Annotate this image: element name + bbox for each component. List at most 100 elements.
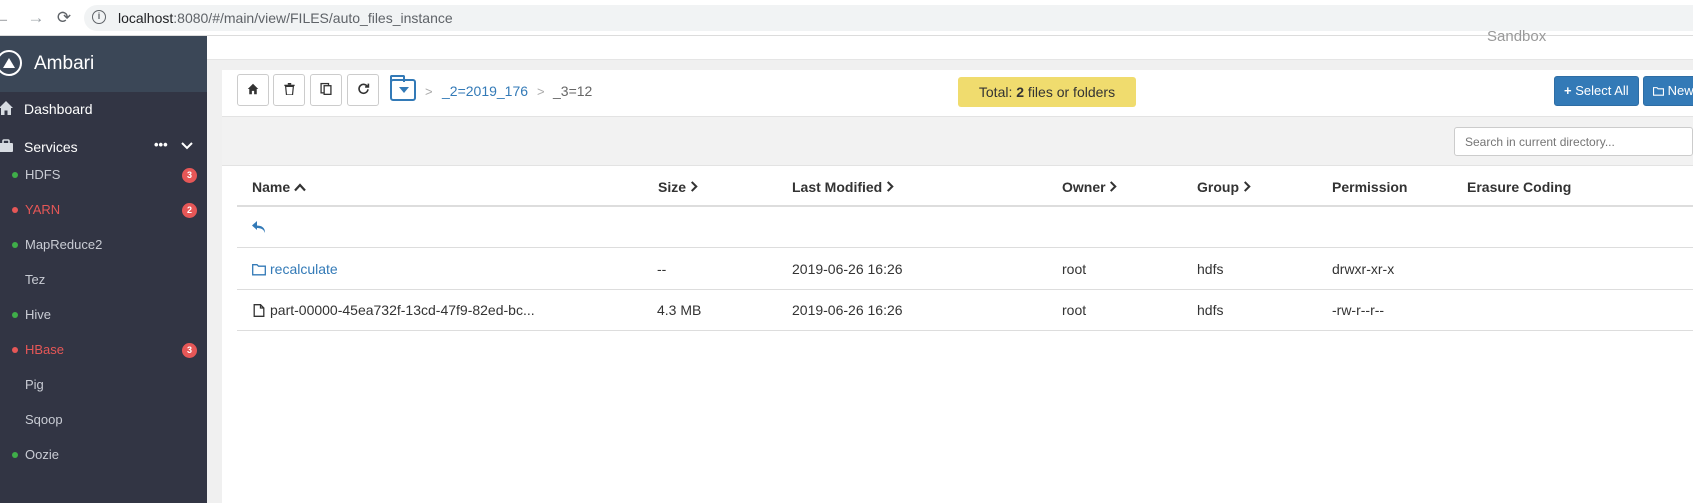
service-name: Sqoop <box>25 412 63 427</box>
service-name: Hive <box>25 307 52 322</box>
paste-button[interactable] <box>310 74 342 106</box>
file-name-cell[interactable]: recalculate <box>252 261 338 277</box>
sidebar-item-label: Dashboard <box>24 101 93 117</box>
file-icon <box>253 304 265 317</box>
sidebar-item-oozie[interactable]: Oozie <box>0 438 207 472</box>
modified-cell: 2019-06-26 16:26 <box>792 261 903 277</box>
briefcase-icon <box>0 139 13 152</box>
delete-button[interactable] <box>273 74 305 106</box>
forward-arrow-icon[interactable]: → <box>26 8 46 28</box>
breadcrumb-separator: > <box>537 84 545 99</box>
new-label: New <box>1667 83 1693 98</box>
table-row[interactable]: recalculate -- 2019-06-26 16:26 root hdfs drw… <box>237 249 1693 290</box>
folder-dropdown-icon[interactable] <box>390 75 416 101</box>
services-menu-icon[interactable]: ••• <box>154 137 168 152</box>
breadcrumb-link[interactable]: _2=2019_176 <box>442 83 528 99</box>
column-header-owner[interactable]: Owner <box>1062 179 1118 195</box>
alert-count-badge[interactable]: 2 <box>182 203 197 218</box>
owner-cell: root <box>1062 261 1087 277</box>
chevron-right-icon <box>1110 181 1118 192</box>
sidebar-item-pig[interactable]: Pig <box>0 368 207 402</box>
url-path: :8080/#/main/view/FILES/auto_files_insta… <box>173 10 453 26</box>
service-name: Oozie <box>25 447 59 462</box>
size-cell: -- <box>657 261 667 277</box>
column-header-erasure-coding: Erasure Coding <box>1467 179 1572 195</box>
modified-cell: 2019-06-26 16:26 <box>792 302 903 318</box>
service-name: HDFS <box>25 167 61 182</box>
file-name: part-00000-45ea732f-13cd-47f9-82ed-bc... <box>270 302 535 318</box>
column-header-group[interactable]: Group <box>1197 179 1251 195</box>
folder-icon <box>252 264 266 276</box>
address-bar[interactable]: i localhost:8080/#/main/view/FILES/auto_… <box>84 5 1693 31</box>
back-arrow-icon[interactable]: ← <box>0 8 12 28</box>
status-dot-icon <box>12 172 18 178</box>
status-dot-icon <box>12 207 18 213</box>
sidebar-item-tez[interactable]: Tez <box>0 263 207 297</box>
alert-count-badge[interactable]: 3 <box>182 343 197 358</box>
refresh-button[interactable] <box>347 74 379 106</box>
file-name-cell[interactable]: part-00000-45ea732f-13cd-47f9-82ed-bc... <box>252 302 535 318</box>
url-text: localhost:8080/#/main/view/FILES/auto_fi… <box>118 10 453 26</box>
size-cell: 4.3 MB <box>657 302 702 318</box>
folder-icon <box>1653 87 1664 96</box>
chevron-right-icon <box>1243 181 1251 192</box>
service-name: HBase <box>25 342 65 357</box>
chevron-right-icon <box>690 181 698 192</box>
sidebar-item-label: Services <box>24 139 78 155</box>
refresh-icon <box>357 83 369 95</box>
status-dot-icon <box>12 312 18 318</box>
sort-up-icon <box>294 183 306 192</box>
sidebar-item-hbase[interactable]: HBase 3 <box>0 333 207 367</box>
home-icon <box>0 101 13 115</box>
total-suffix: files or folders <box>1024 84 1116 100</box>
status-dot-icon <box>12 242 18 248</box>
select-all-button[interactable]: + Select All <box>1554 76 1639 106</box>
sidebar-item-mapreduce2[interactable]: MapReduce2 <box>0 228 207 262</box>
chevron-down-icon[interactable] <box>181 141 193 151</box>
column-header-modified[interactable]: Last Modified <box>792 179 894 195</box>
service-name: Tez <box>25 272 46 287</box>
column-header-name[interactable]: Name <box>252 179 306 195</box>
header-label: Group <box>1197 179 1239 195</box>
url-host: localhost <box>118 10 174 26</box>
sandbox-label: Sandbox <box>1487 28 1547 45</box>
brand-header[interactable]: Ambari <box>0 36 207 92</box>
group-cell: hdfs <box>1197 302 1224 318</box>
table-row[interactable]: part-00000-45ea732f-13cd-47f9-82ed-bc...… <box>237 290 1693 331</box>
sidebar-item-hdfs[interactable]: HDFS 3 <box>0 158 207 192</box>
service-name: MapReduce2 <box>25 237 103 252</box>
status-dot-icon <box>12 347 18 353</box>
alert-count-badge[interactable]: 3 <box>182 168 197 183</box>
reply-back-icon[interactable] <box>251 220 267 234</box>
plus-icon: + <box>1564 83 1572 98</box>
service-name: Pig <box>25 377 44 392</box>
sidebar: Ambari Dashboard Services ••• HDFS 3 YARN 2… <box>0 36 207 503</box>
column-header-size[interactable]: Size <box>658 179 698 195</box>
home-button[interactable] <box>237 74 269 106</box>
header-label: Owner <box>1062 179 1106 195</box>
search-input[interactable] <box>1454 127 1693 156</box>
sidebar-item-yarn[interactable]: YARN 2 <box>0 193 207 227</box>
group-cell: hdfs <box>1197 261 1224 277</box>
sidebar-item-sqoop[interactable]: Sqoop <box>0 403 207 437</box>
column-header-permission: Permission <box>1332 179 1408 195</box>
sidebar-item-dashboard[interactable]: Dashboard <box>0 93 207 125</box>
ambari-logo-icon <box>0 50 22 76</box>
browser-toolbar: ← → ⟳ i localhost:8080/#/main/view/FILES… <box>0 0 1693 36</box>
new-button[interactable]: New <box>1643 76 1693 106</box>
select-all-label: Select All <box>1575 83 1629 98</box>
main-header <box>207 36 1693 60</box>
parent-directory-row[interactable] <box>237 207 1693 248</box>
breadcrumb-separator: > <box>425 84 433 99</box>
header-label: Size <box>658 179 687 195</box>
sidebar-item-hive[interactable]: Hive <box>0 298 207 332</box>
owner-cell: root <box>1062 302 1087 318</box>
reload-icon[interactable]: ⟳ <box>54 8 74 28</box>
site-info-icon[interactable]: i <box>92 10 106 24</box>
permission-cell: drwxr-xr-x <box>1332 261 1395 277</box>
breadcrumb-current: _3=12 <box>553 83 593 99</box>
brand-name: Ambari <box>34 53 95 74</box>
file-name: recalculate <box>270 261 338 277</box>
chevron-right-icon <box>887 181 894 192</box>
status-dot-icon <box>12 452 18 458</box>
